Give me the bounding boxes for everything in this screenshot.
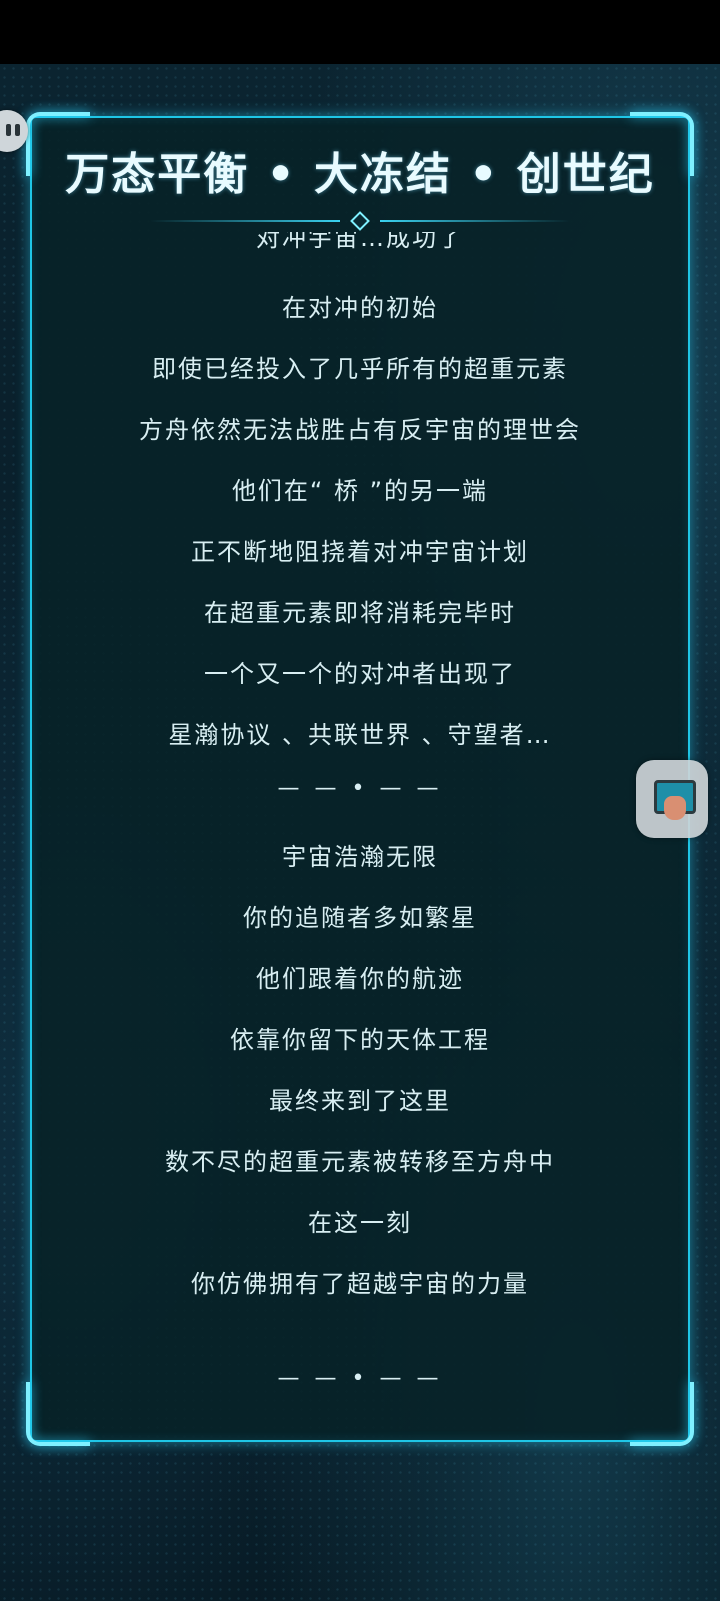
- story-text[interactable]: 对冲宇宙…成功了 在对冲的初始 即使已经投入了几乎所有的超重元素 方舟依然无法战…: [30, 232, 690, 1312]
- chat-bubble-eye: [15, 124, 20, 136]
- panel-content: 万态平衡 • 大冻结 • 创世纪 对冲宇宙…成功了 在对冲的初始 即使已经投入了…: [30, 0, 690, 1601]
- story-line: 宇宙浩瀚无限: [282, 843, 438, 871]
- story-line: 你仿佛拥有了超越宇宙的力量: [191, 1270, 529, 1298]
- title-divider: [150, 211, 570, 231]
- screen-touch-hand: [664, 796, 686, 820]
- divider-line-left: [150, 220, 340, 222]
- diamond-icon: [350, 211, 370, 231]
- story-line: 他们在“ 桥 ”的另一端: [231, 477, 489, 505]
- section-separator: — — • — —: [277, 1366, 443, 1391]
- story-line: 在超重元素即将消耗完毕时: [204, 599, 516, 627]
- screen-touch-icon[interactable]: [636, 760, 708, 838]
- story-line: 你的追随者多如繁星: [243, 904, 477, 932]
- page-title: 万态平衡 • 大冻结 • 创世纪: [65, 149, 655, 200]
- story-line: 方舟依然无法战胜占有反宇宙的理世会: [139, 416, 581, 444]
- story-line: 在这一刻: [308, 1209, 412, 1237]
- story-line: 依靠你留下的天体工程: [230, 1026, 490, 1054]
- story-line: 数不尽的超重元素被转移至方舟中: [165, 1148, 555, 1176]
- story-line: 即使已经投入了几乎所有的超重元素: [152, 355, 568, 383]
- story-line: 星瀚协议 、共联世界 、守望者…: [168, 721, 552, 749]
- story-line: 他们跟着你的航迹: [256, 965, 464, 993]
- divider-line-right: [380, 220, 570, 222]
- story-line: 一个又一个的对冲者出现了: [204, 660, 516, 688]
- section-separator: — — • — —: [277, 776, 443, 801]
- chat-bubble-eye: [6, 124, 11, 136]
- story-line: 对冲宇宙…成功了: [256, 232, 464, 252]
- story-line: 在对冲的初始: [282, 294, 438, 322]
- story-line: 正不断地阻挠着对冲宇宙计划: [191, 538, 529, 566]
- story-line: 最终来到了这里: [269, 1087, 451, 1115]
